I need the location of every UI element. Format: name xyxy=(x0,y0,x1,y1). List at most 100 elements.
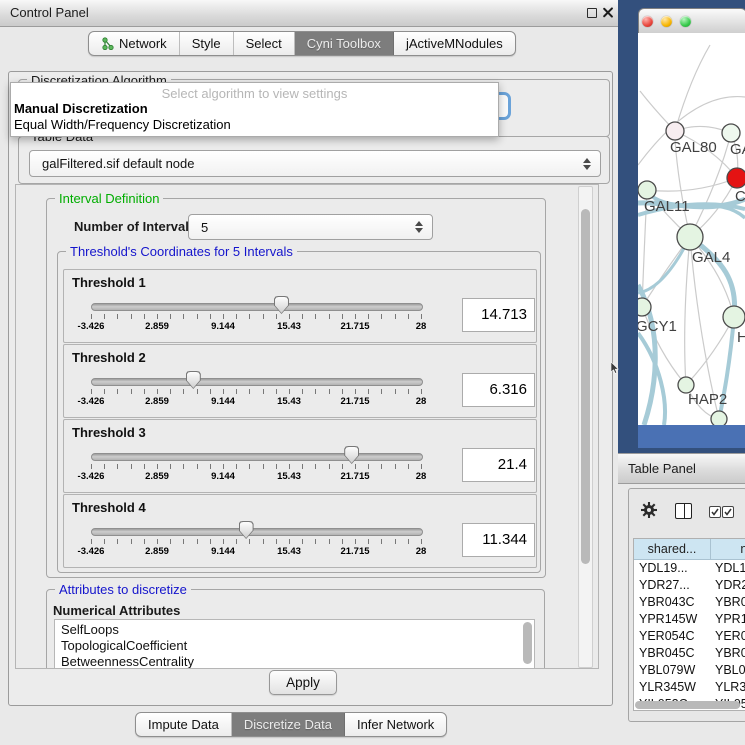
slider-tick xyxy=(395,539,396,544)
dropdown-option-manual[interactable]: Manual Discretization xyxy=(11,101,498,117)
tab-infer-network[interactable]: Infer Network xyxy=(345,713,446,736)
threshold-3-slider[interactable] xyxy=(91,453,423,461)
numerical-attributes-list[interactable]: SelfLoopsTopologicalCoefficientBetweenne… xyxy=(54,619,535,669)
network-edge[interactable] xyxy=(675,45,710,131)
tab-style[interactable]: Style xyxy=(180,32,234,55)
network-node[interactable] xyxy=(711,411,727,425)
table-row[interactable]: YBR043CYBR043C xyxy=(634,594,745,611)
network-edge[interactable] xyxy=(685,237,690,385)
slider-tick-label: 21.715 xyxy=(340,396,369,407)
network-window-titlebar[interactable] xyxy=(638,8,745,35)
threshold-3-value-field[interactable]: 21.4 xyxy=(462,448,535,482)
attribute-list-item[interactable]: TopologicalCoefficient xyxy=(55,638,534,654)
threshold-1-slider[interactable] xyxy=(91,303,423,311)
network-node-c[interactable] xyxy=(727,168,745,188)
close-panel-icon[interactable] xyxy=(602,7,613,18)
threshold-1-slider-handle[interactable] xyxy=(274,296,289,314)
table-cell[interactable]: YBR045C xyxy=(710,645,745,662)
network-node-gal11[interactable] xyxy=(638,181,656,199)
slider-tick-label: 2.859 xyxy=(145,546,169,557)
network-view-canvas[interactable]: GAL80GACGAL11GAL4GCY1HHAP2 xyxy=(638,33,745,425)
table-cell[interactable]: YBR043C xyxy=(710,594,745,611)
slider-tick xyxy=(157,464,158,469)
slider-tick xyxy=(421,389,422,394)
tab-network[interactable]: Network xyxy=(89,32,180,55)
tab-cyni-toolbox[interactable]: Cyni Toolbox xyxy=(295,32,394,55)
table-row[interactable]: YDL19...YDL19... xyxy=(634,560,745,577)
network-node-ga[interactable] xyxy=(722,124,740,142)
number-of-intervals-combobox[interactable]: 5 xyxy=(188,214,433,240)
slider-tick-label: 9.144 xyxy=(211,321,235,332)
slider-tick xyxy=(131,314,132,319)
network-node-h[interactable] xyxy=(723,306,745,328)
table-cell[interactable]: YER054C xyxy=(634,628,710,645)
dropdown-placeholder-option[interactable]: Select algorithm to view settings xyxy=(11,86,498,101)
main-scrollbar[interactable] xyxy=(578,186,593,668)
apply-button[interactable]: Apply xyxy=(269,670,337,695)
threshold-3-slider-handle[interactable] xyxy=(344,446,359,464)
zoom-traffic-light-icon[interactable] xyxy=(680,16,691,27)
column-header-shared-name[interactable]: shared... xyxy=(634,539,711,560)
table-data-combobox[interactable]: galFiltered.sif default node xyxy=(29,150,601,177)
slider-tick-label: 28 xyxy=(416,396,427,407)
tab-discretize-data[interactable]: Discretize Data xyxy=(232,713,345,736)
table-hscrollbar-thumb[interactable] xyxy=(635,701,740,709)
column-chooser-icon[interactable] xyxy=(675,503,692,519)
table-cell[interactable]: YPR145W xyxy=(710,611,745,628)
table-cell[interactable]: YDL19... xyxy=(634,560,710,577)
tab-jactivemnodules[interactable]: jActiveMNodules xyxy=(394,32,515,55)
threshold-2-slider-handle[interactable] xyxy=(186,371,201,389)
threshold-2-slider[interactable] xyxy=(91,378,423,386)
slider-tick xyxy=(210,389,211,394)
network-node-gal80[interactable] xyxy=(666,122,684,140)
slider-tick xyxy=(197,464,198,469)
table-cell[interactable]: YBR043C xyxy=(634,594,710,611)
table-cell[interactable]: YBL079W xyxy=(710,662,745,679)
slider-tick xyxy=(183,464,184,469)
main-scrollbar-thumb[interactable] xyxy=(581,209,590,564)
attribute-list-item[interactable]: SelfLoops xyxy=(55,622,534,638)
network-node-gal4[interactable] xyxy=(677,224,703,250)
threshold-1-value-field[interactable]: 14.713 xyxy=(462,298,535,332)
threshold-4-slider[interactable] xyxy=(91,528,423,536)
tab-infer-network-label: Infer Network xyxy=(357,717,434,732)
table-cell[interactable]: YLR345W xyxy=(710,679,745,696)
table-cell[interactable]: YDL19... xyxy=(710,560,745,577)
dropdown-option-equal-width[interactable]: Equal Width/Frequency Discretization xyxy=(11,117,498,133)
deselect-all-checkbox-icon[interactable] xyxy=(722,506,734,518)
network-node-gcy1[interactable] xyxy=(638,298,651,316)
table-cell[interactable]: YDR27... xyxy=(710,577,745,594)
float-panel-icon[interactable] xyxy=(587,8,597,18)
close-traffic-light-icon[interactable] xyxy=(642,16,653,27)
tab-impute-data[interactable]: Impute Data xyxy=(136,713,232,736)
threshold-4-value-field[interactable]: 11.344 xyxy=(462,523,535,557)
table-row[interactable]: YDR27...YDR27... xyxy=(634,577,745,594)
apply-button-label: Apply xyxy=(286,675,320,690)
tab-select[interactable]: Select xyxy=(234,32,295,55)
select-all-checkbox-icon[interactable] xyxy=(709,506,721,518)
threshold-2-value-field[interactable]: 6.316 xyxy=(462,373,535,407)
table-cell[interactable]: YPR145W xyxy=(634,611,710,628)
table-row[interactable]: YBR045CYBR045C xyxy=(634,645,745,662)
table-row[interactable]: YLR345WYLR345W xyxy=(634,679,745,696)
tab-cyni-toolbox-label: Cyni Toolbox xyxy=(307,36,381,51)
table-row[interactable]: YBL079WYBL079W xyxy=(634,662,745,679)
network-edge-highlighted[interactable] xyxy=(718,317,734,425)
table-row[interactable]: YPR145WYPR145W xyxy=(634,611,745,628)
table-row[interactable]: YER054CYER054C xyxy=(634,628,745,645)
network-edge[interactable] xyxy=(647,178,737,191)
table-cell[interactable]: YLR345W xyxy=(634,679,710,696)
list-scrollbar-thumb[interactable] xyxy=(523,622,532,664)
table-cell[interactable]: YBL079W xyxy=(634,662,710,679)
attribute-list-item[interactable]: BetweennessCentrality xyxy=(55,654,534,669)
column-header-name[interactable]: name xyxy=(711,539,745,560)
network-edge-highlighted[interactable] xyxy=(638,333,665,425)
table-cell[interactable]: YER054C xyxy=(710,628,745,645)
table-cell[interactable]: YBR045C xyxy=(634,645,710,662)
minimize-traffic-light-icon[interactable] xyxy=(661,16,672,27)
table-settings-gear-icon[interactable] xyxy=(640,501,658,519)
threshold-4-slider-handle[interactable] xyxy=(239,521,254,539)
slider-tick xyxy=(117,539,118,544)
table-cell[interactable]: YDR27... xyxy=(634,577,710,594)
combo-stepper-icon xyxy=(415,221,423,233)
